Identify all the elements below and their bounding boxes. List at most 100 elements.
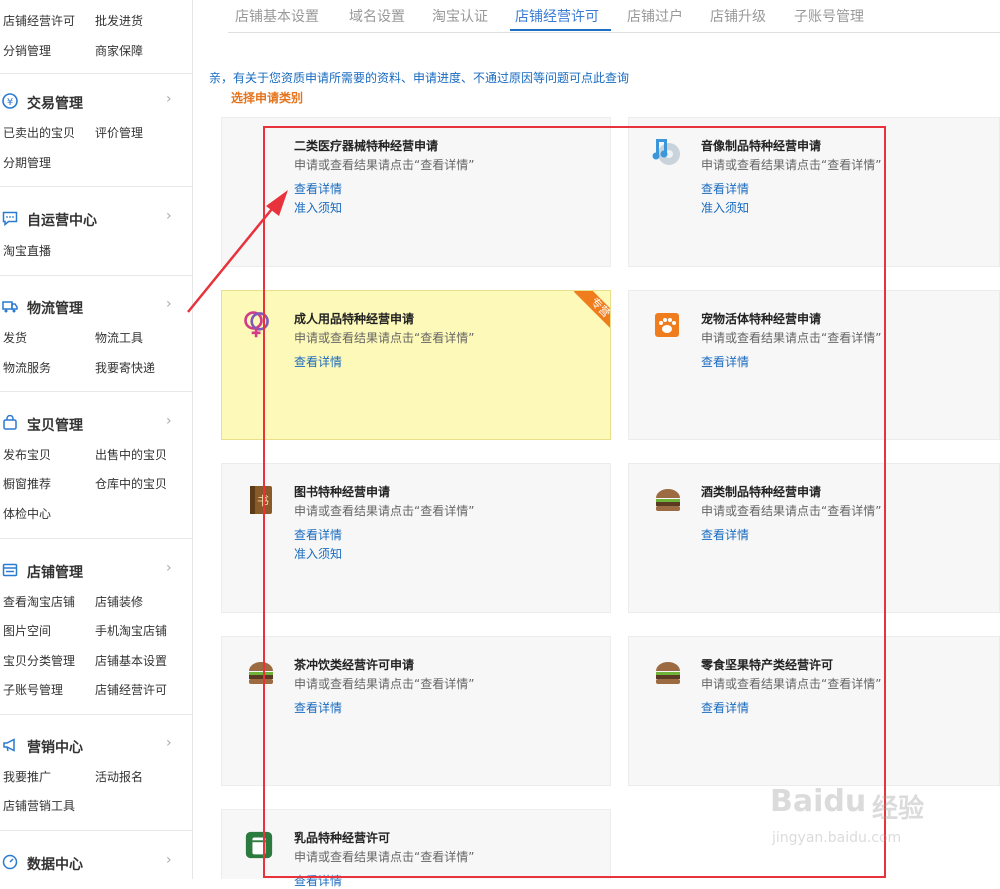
sidebar-group-trade[interactable]: ¥ 交易管理 › [0, 91, 192, 115]
sidebar-group-data[interactable]: 数据中心 › [0, 852, 192, 876]
sidebar-link[interactable]: 我要推广 [3, 768, 51, 785]
sidebar-link[interactable]: 分销管理 [3, 42, 51, 59]
watermark-jingyan: 经验 [872, 794, 925, 824]
sidebar-link[interactable]: 发货 [3, 329, 27, 346]
gender-icon [244, 311, 269, 338]
chevron-right-icon[interactable]: › [166, 413, 172, 429]
sidebar-group-title: 交易管理 [27, 96, 83, 112]
chevron-right-icon[interactable]: › [166, 852, 172, 868]
view-details-link[interactable]: 查看详情 [701, 353, 749, 370]
sidebar-link[interactable]: 活动报名 [95, 768, 143, 785]
burger-icon [656, 489, 680, 511]
sidebar-group-title: 数据中心 [27, 857, 83, 873]
sidebar-link[interactable]: 店铺装修 [95, 593, 143, 610]
view-details-link[interactable]: 查看详情 [294, 699, 342, 716]
sidebar-link[interactable]: 店铺营销工具 [3, 797, 75, 814]
sidebar-group-logistics[interactable]: 物流管理 › [0, 296, 192, 320]
sidebar-link[interactable]: 淘宝直播 [3, 242, 51, 259]
view-details-link[interactable]: 查看详情 [294, 353, 342, 370]
card-description: 申请或查看结果请点击“查看详情” [701, 331, 882, 345]
sidebar-link[interactable]: 我要寄快递 [95, 359, 155, 376]
chevron-right-icon[interactable]: › [166, 560, 172, 576]
exclusive-ribbon: 专营 [566, 291, 610, 335]
card-title: 音像制品特种经营申请 [701, 139, 822, 153]
sidebar-link[interactable]: 物流工具 [95, 329, 143, 346]
view-details-link[interactable]: 查看详情 [294, 180, 342, 197]
sidebar-link[interactable]: 宝贝分类管理 [3, 652, 75, 669]
tab-taobao-certification[interactable]: 淘宝认证 [432, 6, 488, 26]
sidebar-link[interactable]: 仓库中的宝贝 [95, 475, 167, 492]
chevron-right-icon[interactable]: › [166, 208, 172, 224]
sidebar-link[interactable]: 店铺经营许可 [95, 681, 167, 698]
sidebar-group-self-operation[interactable]: 自运营中心 › [0, 208, 192, 232]
tab-basic-settings[interactable]: 店铺基本设置 [235, 6, 319, 26]
sidebar-link[interactable]: 手机淘宝店铺 [95, 622, 167, 639]
chevron-right-icon[interactable]: › [166, 91, 172, 107]
admission-notice-link[interactable]: 准入须知 [294, 545, 342, 562]
sidebar-link[interactable]: 分期管理 [3, 154, 51, 171]
card-description: 申请或查看结果请点击“查看详情” [294, 158, 475, 172]
tab-shop-transfer[interactable]: 店铺过户 [627, 6, 683, 26]
view-details-link[interactable]: 查看详情 [294, 872, 342, 889]
admission-notice-link[interactable]: 准入须知 [701, 199, 749, 216]
truck-icon [2, 301, 18, 313]
card-title: 茶冲饮类经营许可申请 [294, 658, 415, 672]
burger-icon [656, 662, 680, 684]
sidebar-link[interactable]: 物流服务 [3, 359, 51, 376]
card-description: 申请或查看结果请点击“查看详情” [294, 504, 475, 518]
sidebar-link[interactable]: 已卖出的宝贝 [3, 124, 75, 141]
sidebar-link[interactable]: 发布宝贝 [3, 446, 51, 463]
sidebar-link[interactable]: 查看淘宝店铺 [3, 593, 75, 610]
notice-link[interactable]: 亲，有关于您资质申请所需要的资料、申请进度、不通过原因等问题可点此查询 [209, 69, 629, 86]
sidebar: 店铺经营许可 批发进货 分销管理 商家保障 ¥ 交易管理 › 已卖出的宝贝 评价… [0, 0, 193, 879]
sidebar-link[interactable]: 商家保障 [95, 42, 143, 59]
sidebar-group-shop[interactable]: 店铺管理 › [0, 560, 192, 584]
admission-notice-link[interactable]: 准入须知 [294, 199, 342, 216]
card-title: 二类医疗器械特种经营申请 [294, 139, 439, 153]
gauge-icon [2, 854, 18, 870]
sidebar-link[interactable]: 出售中的宝贝 [95, 446, 167, 463]
card-title: 零食坚果特产类经营许可 [701, 658, 834, 672]
view-details-link[interactable]: 查看详情 [701, 699, 749, 716]
tab-business-license[interactable]: 店铺经营许可 [515, 6, 599, 26]
sidebar-group-items[interactable]: 宝贝管理 › [0, 413, 192, 437]
ribbon-label: 专营 [573, 291, 610, 335]
card-description: 申请或查看结果请点击“查看详情” [701, 158, 882, 172]
license-card-audio-video: 音像制品特种经营申请 申请或查看结果请点击“查看详情” 查看详情 准入须知 [628, 117, 1000, 267]
sidebar-link[interactable]: 店铺经营许可 [3, 12, 75, 29]
sidebar-group-title: 宝贝管理 [27, 418, 83, 434]
license-card-pets: 宠物活体特种经营申请 申请或查看结果请点击“查看详情” 查看详情 [628, 290, 1000, 440]
chat-bubble-icon [2, 211, 18, 226]
sidebar-link[interactable]: 体检中心 [3, 505, 51, 522]
chevron-right-icon[interactable]: › [166, 296, 172, 312]
sidebar-group-marketing[interactable]: 营销中心 › [0, 735, 192, 759]
bag-icon [3, 415, 17, 430]
card-description: 申请或查看结果请点击“查看详情” [294, 331, 475, 345]
card-title: 乳品特种经营许可 [294, 831, 391, 845]
sidebar-divider [0, 538, 192, 539]
sidebar-link[interactable]: 图片空间 [3, 622, 51, 639]
watermark-brand: Baidu [770, 784, 867, 819]
sidebar-group-title: 自运营中心 [27, 213, 97, 229]
sidebar-divider [0, 186, 192, 187]
view-details-link[interactable]: 查看详情 [701, 526, 749, 543]
baidu-watermark: Baidu 经验 jingyan.baidu.com [760, 770, 960, 860]
sidebar-divider [0, 275, 192, 276]
sidebar-link[interactable]: 店铺基本设置 [95, 652, 167, 669]
tab-domain-settings[interactable]: 域名设置 [349, 6, 405, 26]
sidebar-link[interactable]: 批发进货 [95, 12, 143, 29]
sidebar-link[interactable]: 评价管理 [95, 124, 143, 141]
card-title: 酒类制品特种经营申请 [701, 485, 822, 499]
active-tab-indicator [510, 29, 611, 31]
sidebar-group-title: 营销中心 [27, 740, 83, 756]
view-details-link[interactable]: 查看详情 [701, 180, 749, 197]
sidebar-link[interactable]: 橱窗推荐 [3, 475, 51, 492]
card-description: 申请或查看结果请点击“查看详情” [294, 850, 475, 864]
sidebar-link[interactable]: 子账号管理 [3, 681, 63, 698]
view-details-link[interactable]: 查看详情 [294, 526, 342, 543]
book-icon: 书 [250, 486, 272, 514]
tab-shop-upgrade[interactable]: 店铺升级 [710, 6, 766, 26]
chevron-right-icon[interactable]: › [166, 735, 172, 751]
license-card-medical: 二类医疗器械特种经营申请 申请或查看结果请点击“查看详情” 查看详情 准入须知 [221, 117, 611, 267]
tab-subaccount-management[interactable]: 子账号管理 [794, 6, 864, 26]
